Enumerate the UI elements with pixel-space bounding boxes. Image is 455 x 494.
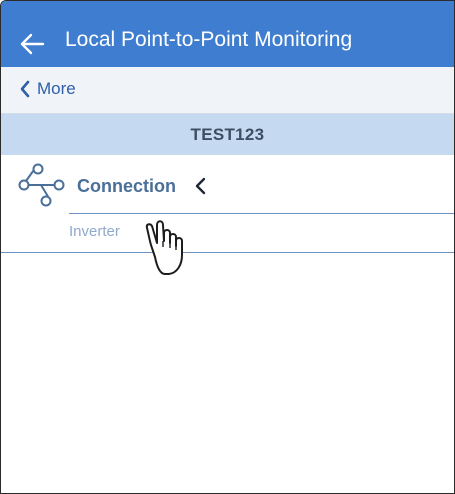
connection-label: Connection [77, 176, 176, 196]
divider [1, 252, 454, 253]
menu-item-label: Inverter [69, 223, 120, 240]
device-name-bar: TEST123 [1, 114, 454, 155]
navigation-bar: More [1, 67, 454, 114]
chevron-left-icon [195, 177, 206, 195]
connection-menu-header[interactable]: Connection [1, 155, 454, 213]
page-title: Local Point-to-Point Monitoring [65, 28, 353, 51]
connection-icon [18, 163, 65, 207]
arrow-left-icon[interactable] [19, 31, 45, 57]
more-back-link[interactable]: More [19, 79, 76, 99]
device-name: TEST123 [190, 125, 265, 144]
more-link-label: More [37, 79, 76, 98]
chevron-left-icon [20, 80, 30, 98]
app-window: Local Point-to-Point Monitoring More TES… [0, 0, 455, 494]
hand-pointer-icon [145, 220, 183, 275]
menu-item-inverter[interactable]: Inverter [1, 214, 454, 252]
